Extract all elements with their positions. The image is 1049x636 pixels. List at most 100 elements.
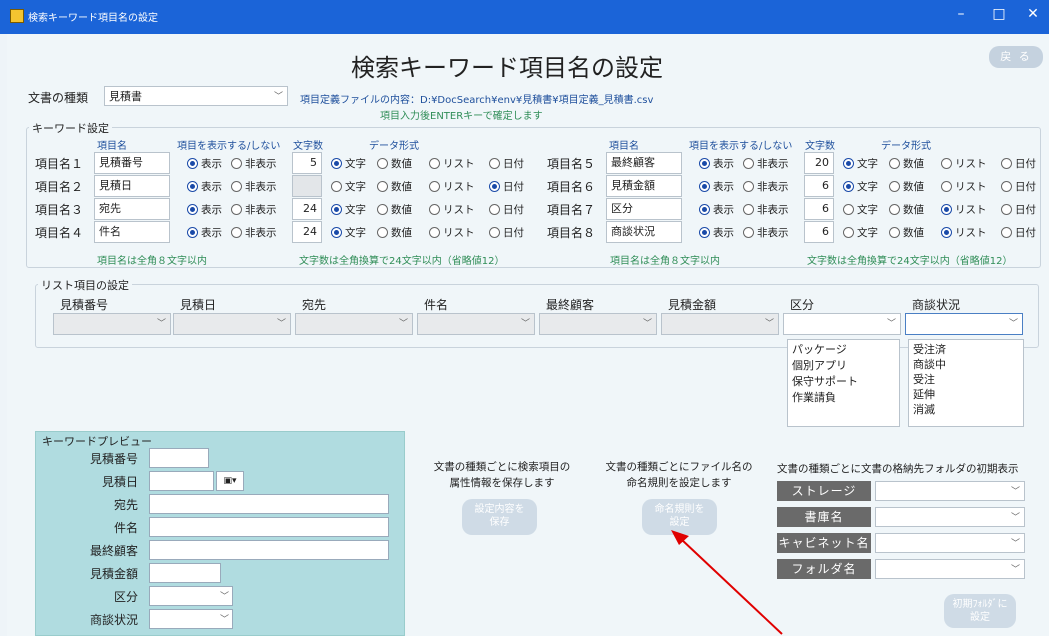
field-name-input[interactable]: 見積金額	[606, 175, 682, 197]
radio-format-list[interactable]: リスト	[429, 179, 475, 194]
radio-show[interactable]: 表示	[187, 156, 222, 171]
radio-format-num[interactable]: 数値	[889, 202, 924, 217]
radio-format-text[interactable]: 文字	[843, 202, 878, 217]
radio-hide[interactable]: 非表示	[231, 202, 277, 217]
radio-format-num[interactable]: 数値	[377, 156, 412, 171]
radio-show[interactable]: 表示	[699, 179, 734, 194]
field-name-input[interactable]: 商談状況	[606, 221, 682, 243]
radio-show[interactable]: 表示	[187, 225, 222, 240]
radio-format-date[interactable]: 日付	[1001, 202, 1036, 217]
radio-show-label: 表示	[713, 227, 734, 239]
radio-format-num[interactable]: 数値	[377, 225, 412, 240]
length-input[interactable]: 6	[804, 175, 834, 197]
radio-format-label: 数値	[391, 227, 412, 239]
field-name-input[interactable]: 見積番号	[94, 152, 170, 174]
radio-icon	[331, 181, 342, 192]
radio-format-date[interactable]: 日付	[1001, 156, 1036, 171]
radio-format-date[interactable]: 日付	[489, 156, 524, 171]
radio-format-list[interactable]: リスト	[941, 202, 987, 217]
radio-format-text[interactable]: 文字	[843, 156, 878, 171]
length-input[interactable]: 24	[292, 221, 322, 243]
radio-show-label: 表示	[201, 227, 222, 239]
radio-format-text[interactable]: 文字	[331, 202, 366, 217]
radio-hide-label: 非表示	[245, 181, 277, 193]
radio-format-num[interactable]: 数値	[889, 179, 924, 194]
radio-format-list[interactable]: リスト	[429, 202, 475, 217]
radio-icon	[1001, 204, 1012, 215]
length-input[interactable]: 6	[804, 221, 834, 243]
radio-format-text[interactable]: 文字	[843, 225, 878, 240]
col-header-len: 文字数	[293, 141, 323, 152]
app-icon	[10, 9, 24, 23]
radio-format-num[interactable]: 数値	[377, 202, 412, 217]
chevron-down-icon: ﹀	[156, 319, 166, 329]
length-input[interactable]: 24	[292, 198, 322, 220]
radio-hide[interactable]: 非表示	[231, 179, 277, 194]
field-name-input[interactable]: 見積日	[94, 175, 170, 197]
minimize-button[interactable]: –	[946, 6, 976, 22]
radio-show[interactable]: 表示	[699, 225, 734, 240]
radio-icon	[1001, 158, 1012, 169]
radio-icon	[331, 227, 342, 238]
radio-format-date[interactable]: 日付	[489, 225, 524, 240]
radio-format-list[interactable]: リスト	[429, 156, 475, 171]
radio-off-icon	[743, 227, 754, 238]
radio-show[interactable]: 表示	[699, 156, 734, 171]
field-label: 項目名６	[547, 180, 596, 194]
radio-hide[interactable]: 非表示	[743, 179, 789, 194]
radio-format-num[interactable]: 数値	[377, 179, 412, 194]
radio-format-text[interactable]: 文字	[331, 156, 366, 171]
field-name-input[interactable]: 宛先	[94, 198, 170, 220]
radio-format-label: 数値	[903, 204, 924, 216]
radio-on-icon	[699, 227, 710, 238]
radio-format-num[interactable]: 数値	[889, 156, 924, 171]
radio-icon	[489, 158, 500, 169]
field-name-input[interactable]: 区分	[606, 198, 682, 220]
radio-show[interactable]: 表示	[699, 202, 734, 217]
radio-format-list[interactable]: リスト	[941, 225, 987, 240]
radio-format-date[interactable]: 日付	[1001, 179, 1036, 194]
radio-icon	[489, 181, 500, 192]
radio-format-date[interactable]: 日付	[489, 179, 524, 194]
radio-format-label: 文字	[857, 227, 878, 239]
list-col-select[interactable]: ﹀	[661, 313, 779, 335]
list-col-select[interactable]: ﹀	[905, 313, 1023, 335]
radio-off-icon	[231, 181, 242, 192]
list-col-select[interactable]: ﹀	[783, 313, 901, 335]
radio-icon	[941, 158, 952, 169]
length-input[interactable]: 20	[804, 152, 834, 174]
field-name-input[interactable]: 最終顧客	[606, 152, 682, 174]
radio-format-list[interactable]: リスト	[941, 156, 987, 171]
app-body: 検索キーワード項目名の設定 戻 る 文書の種類 見積書 ﹀ 項目定義ファイルの内容…	[7, 34, 1049, 636]
list-col-select[interactable]: ﹀	[53, 313, 171, 335]
maximize-button[interactable]: □	[984, 6, 1014, 22]
radio-hide[interactable]: 非表示	[231, 225, 277, 240]
length-input[interactable]: 6	[804, 198, 834, 220]
length-input[interactable]: 5	[292, 152, 322, 174]
radio-format-date[interactable]: 日付	[489, 202, 524, 217]
radio-icon	[377, 181, 388, 192]
radio-format-text[interactable]: 文字	[843, 179, 878, 194]
close-button[interactable]: ✕	[1018, 6, 1048, 22]
radio-hide[interactable]: 非表示	[231, 156, 277, 171]
radio-format-text[interactable]: 文字	[331, 225, 366, 240]
list-col-select[interactable]: ﹀	[173, 313, 291, 335]
field-name-input[interactable]: 件名	[94, 221, 170, 243]
radio-show[interactable]: 表示	[187, 179, 222, 194]
list-col-select[interactable]: ﹀	[539, 313, 657, 335]
radio-format-text[interactable]: 文字	[331, 179, 366, 194]
list-col-select[interactable]: ﹀	[417, 313, 535, 335]
radio-show[interactable]: 表示	[187, 202, 222, 217]
radio-hide[interactable]: 非表示	[743, 156, 789, 171]
list-col-select[interactable]: ﹀	[295, 313, 413, 335]
list-col-header: 見積番号	[60, 298, 109, 312]
radio-hide[interactable]: 非表示	[743, 202, 789, 217]
radio-hide[interactable]: 非表示	[743, 225, 789, 240]
radio-format-num[interactable]: 数値	[889, 225, 924, 240]
radio-format-list[interactable]: リスト	[941, 179, 987, 194]
length-input[interactable]	[292, 175, 322, 197]
radio-format-date[interactable]: 日付	[1001, 225, 1036, 240]
radio-format-list[interactable]: リスト	[429, 225, 475, 240]
radio-format-label: リスト	[443, 227, 475, 239]
field-label: 項目名４	[35, 226, 84, 240]
